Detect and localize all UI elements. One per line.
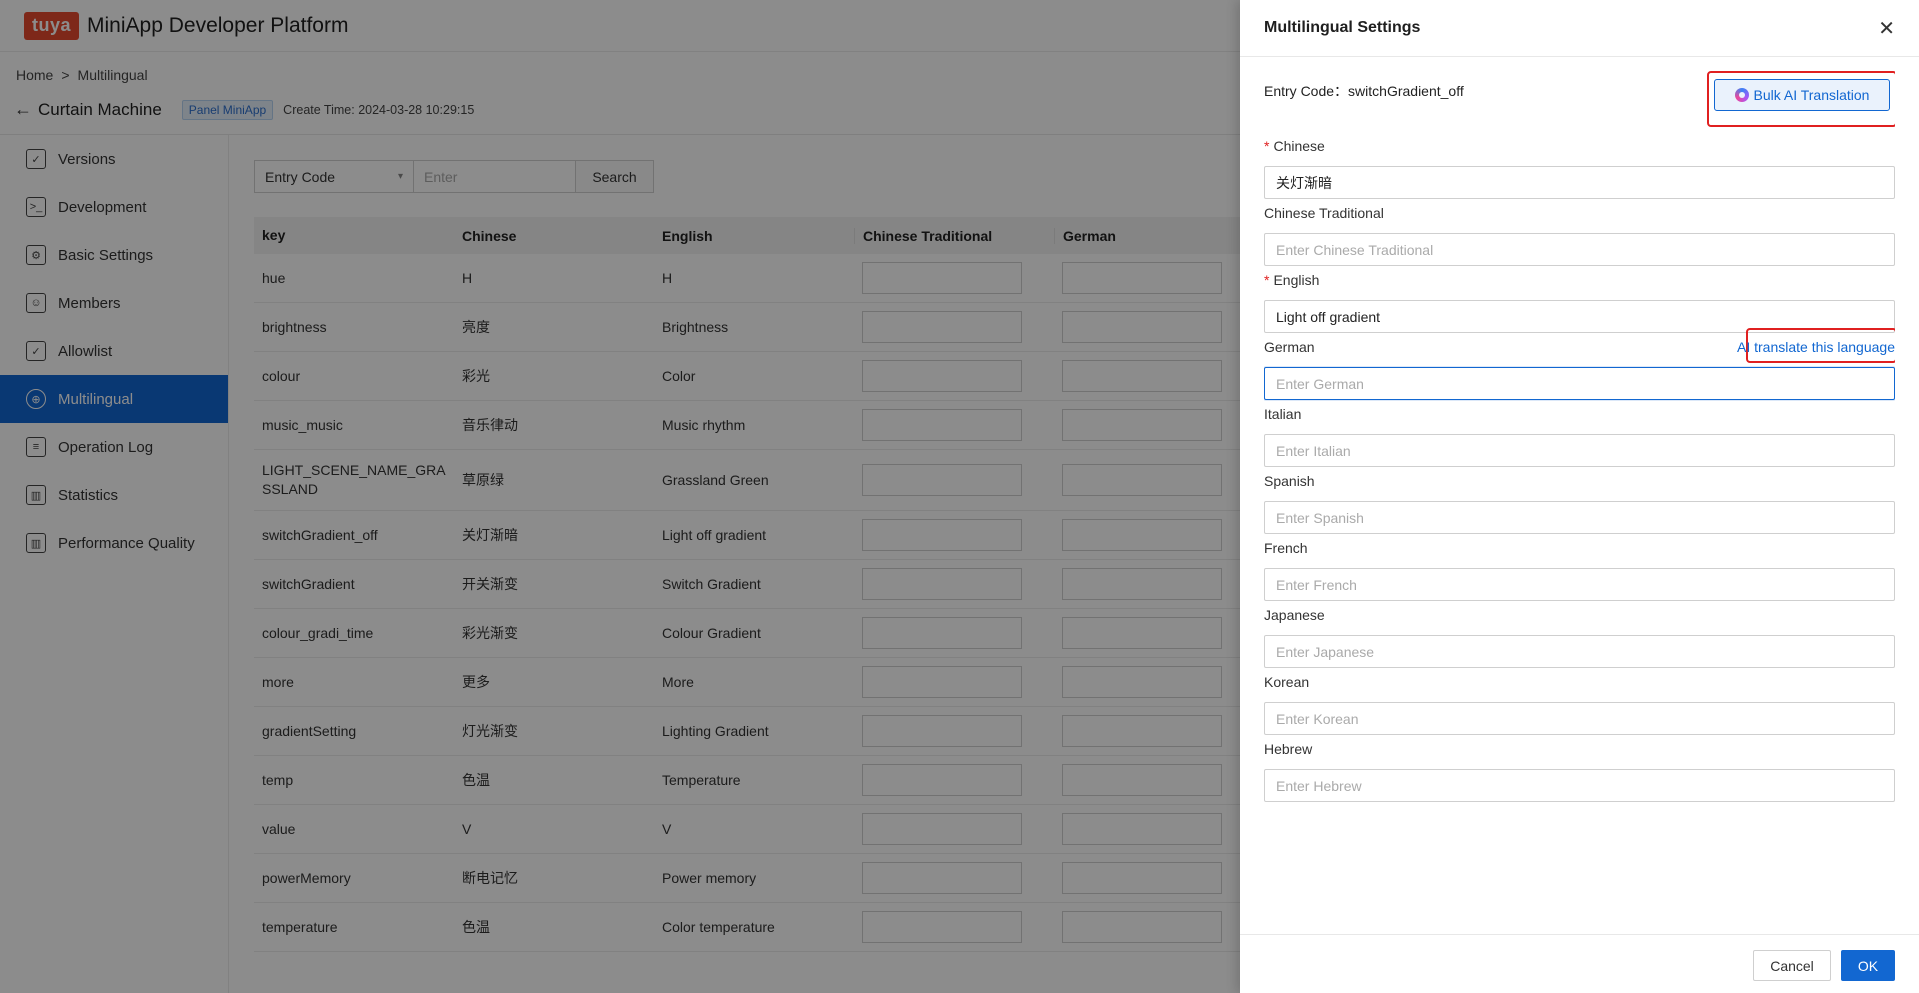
field-german: German AI translate this language Enter … [1264,328,1895,400]
close-icon[interactable]: ✕ [1878,16,1895,41]
field-hebrew: Hebrew Enter Hebrew [1264,739,1895,802]
bulk-ai-translation-button[interactable]: Bulk AI Translation [1714,79,1890,111]
field-label-chinese: Chinese [1273,138,1325,154]
drawer-body: Entry Code：switchGradient_off Bulk AI Tr… [1264,57,1895,934]
spanish-input[interactable]: Enter Spanish [1264,501,1895,534]
ok-button[interactable]: OK [1841,950,1895,981]
ai-translate-language-link[interactable]: AI translate this language [1737,337,1895,357]
field-korean: Korean Enter Korean [1264,672,1895,735]
field-chinese-traditional: Chinese Traditional Enter Chinese Tradit… [1264,203,1895,266]
field-label-spanish: Spanish [1264,473,1315,489]
hebrew-input[interactable]: Enter Hebrew [1264,769,1895,802]
chinese-traditional-input[interactable]: Enter Chinese Traditional [1264,233,1895,266]
required-marker: * [1264,272,1270,288]
field-japanese: Japanese Enter Japanese [1264,605,1895,668]
cancel-button[interactable]: Cancel [1753,950,1831,981]
entry-code-value: switchGradient_off [1348,83,1464,99]
field-label-french: French [1264,540,1308,556]
chinese-input[interactable]: 关灯渐暗 [1264,166,1895,199]
entry-code: Entry Code：switchGradient_off [1264,81,1464,101]
drawer-header: Multilingual Settings ✕ [1240,0,1919,57]
bulk-ai-translation-label: Bulk AI Translation [1753,87,1870,103]
italian-input[interactable]: Enter Italian [1264,434,1895,467]
required-marker: * [1264,138,1270,154]
ai-orb-icon [1734,88,1749,102]
modal-overlay[interactable] [0,0,1240,993]
field-label-english: English [1273,272,1320,288]
field-label-korean: Korean [1264,674,1310,690]
field-spanish: Spanish Enter Spanish [1264,471,1895,534]
french-input[interactable]: Enter French [1264,568,1895,601]
field-english: * English Light off gradient [1264,270,1895,333]
german-input[interactable]: Enter German [1264,367,1895,400]
entry-code-label: Entry Code： [1264,83,1349,99]
field-label-italian: Italian [1264,406,1302,422]
drawer-title: Multilingual Settings [1264,19,1421,36]
field-label-chinese-traditional: Chinese Traditional [1264,205,1384,221]
field-italian: Italian Enter Italian [1264,404,1895,467]
field-chinese: * Chinese 关灯渐暗 [1264,136,1895,199]
drawer-footer: Cancel OK [1240,934,1919,993]
korean-input[interactable]: Enter Korean [1264,702,1895,735]
multilingual-settings-drawer: Multilingual Settings ✕ Entry Code：switc… [1240,0,1919,993]
field-label-hebrew: Hebrew [1264,741,1313,757]
field-french: French Enter French [1264,538,1895,601]
field-label-japanese: Japanese [1264,607,1325,623]
japanese-input[interactable]: Enter Japanese [1264,635,1895,668]
